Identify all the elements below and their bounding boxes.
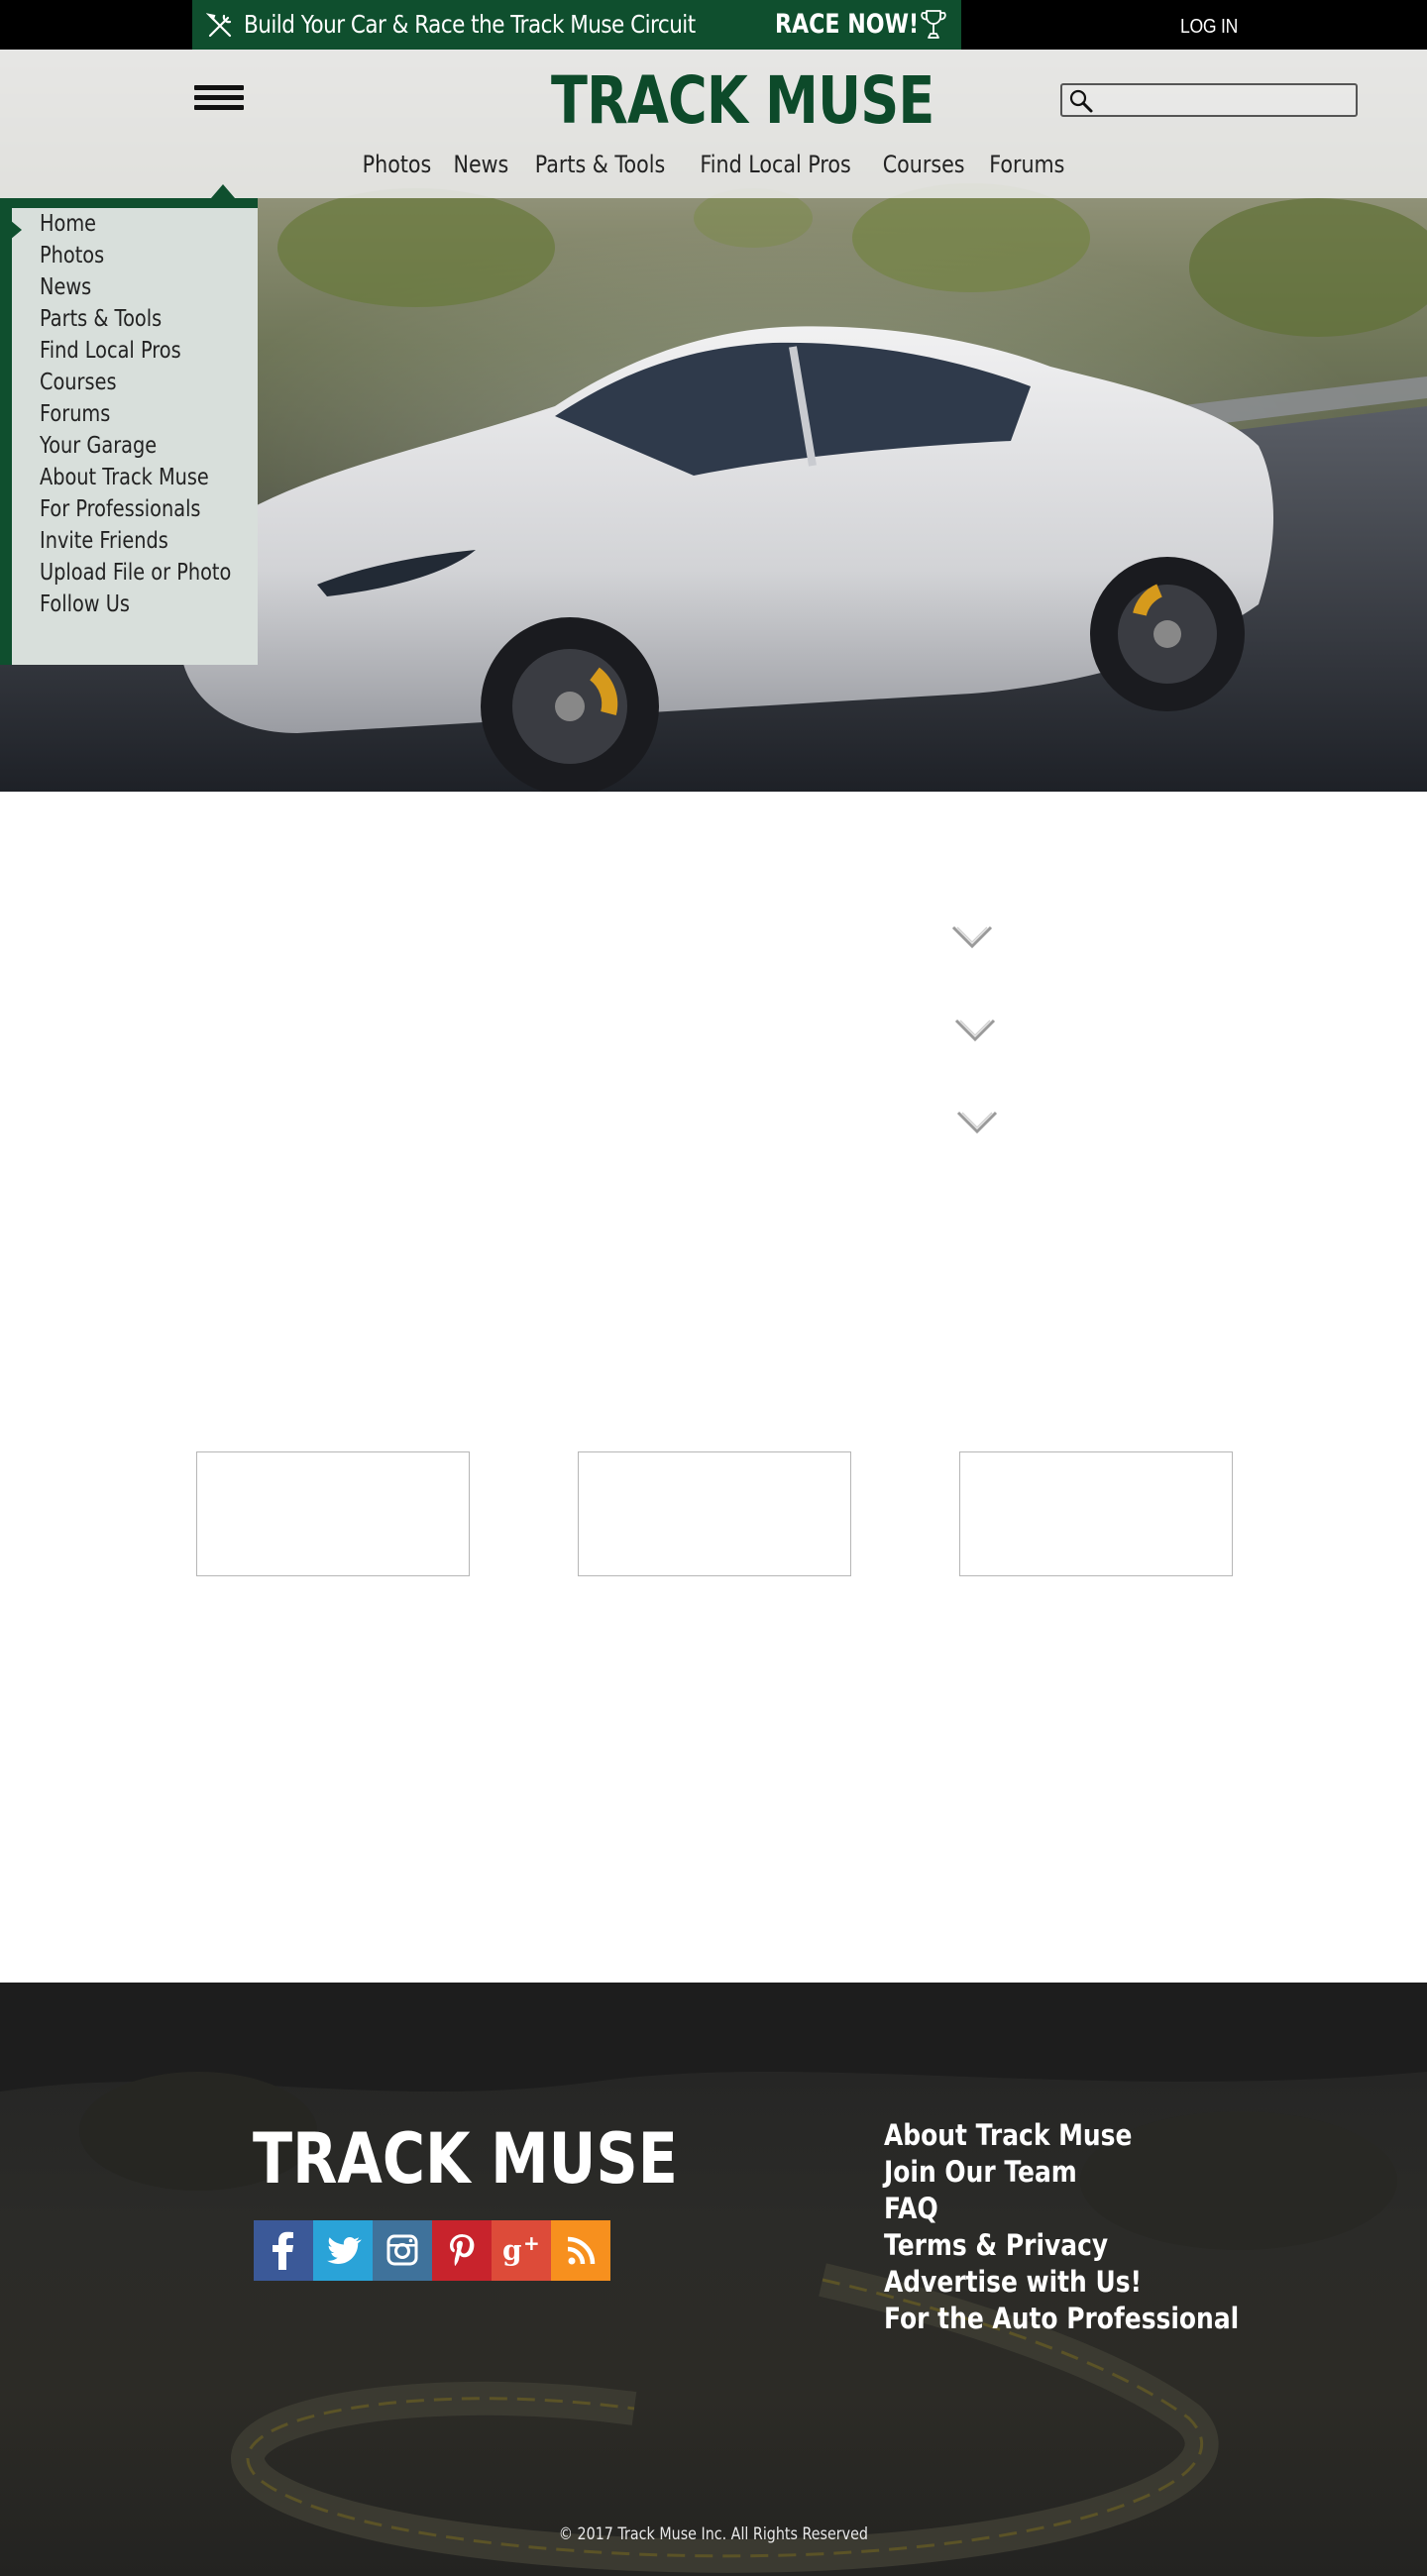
svg-text:+: + bbox=[523, 2231, 540, 2255]
chevron-down-icon[interactable] bbox=[956, 1110, 998, 1135]
footer-link-item: Advertise with Us! bbox=[884, 2264, 1297, 2301]
side-menu-item: About Track Muse bbox=[40, 462, 268, 493]
login-link[interactable]: LOG IN bbox=[1172, 0, 1246, 50]
side-menu-item: Forums bbox=[40, 398, 268, 430]
nav-find-local-pros[interactable]: Find Local Pros bbox=[690, 145, 861, 184]
side-menu-news[interactable]: News bbox=[40, 271, 91, 303]
side-menu-invite-friends[interactable]: Invite Friends bbox=[40, 525, 168, 557]
nav-courses[interactable]: Courses bbox=[872, 145, 974, 184]
side-menu-item: Find Local Pros bbox=[40, 335, 268, 367]
footer-link-item: About Track Muse bbox=[884, 2117, 1297, 2154]
footer-link-terms[interactable]: Terms & Privacy bbox=[884, 2227, 1108, 2264]
side-menu-photos[interactable]: Photos bbox=[40, 240, 104, 271]
pinterest-link[interactable] bbox=[432, 2220, 492, 2281]
footer-link-item: For the Auto Professional bbox=[884, 2301, 1297, 2337]
active-item-marker bbox=[10, 220, 22, 240]
nav-photos[interactable]: Photos bbox=[352, 145, 441, 184]
instagram-icon bbox=[373, 2220, 432, 2281]
promo-text: Build Your Car & Race the Track Muse Cir… bbox=[244, 10, 696, 39]
instagram-link[interactable] bbox=[373, 2220, 432, 2281]
content-card[interactable] bbox=[196, 1451, 470, 1576]
side-menu-home[interactable]: Home bbox=[40, 208, 96, 240]
race-promo-banner[interactable]: Build Your Car & Race the Track Muse Cir… bbox=[192, 0, 961, 50]
chevron-down-icon[interactable] bbox=[954, 1018, 996, 1043]
footer-link-auto-professional[interactable]: For the Auto Professional bbox=[884, 2301, 1239, 2337]
side-menu-upload[interactable]: Upload File or Photo bbox=[40, 557, 231, 589]
content-card[interactable] bbox=[578, 1451, 851, 1576]
side-menu-item: Upload File or Photo bbox=[40, 557, 268, 589]
footer-link-item: Join Our Team bbox=[884, 2154, 1297, 2191]
side-menu-item: For Professionals bbox=[40, 493, 268, 525]
footer-link-faq[interactable]: FAQ bbox=[884, 2191, 938, 2227]
side-menu-item: News bbox=[40, 271, 268, 303]
chevron-down-icon[interactable] bbox=[951, 924, 993, 950]
hamburger-icon[interactable] bbox=[194, 85, 248, 115]
side-menu: Home Photos News Parts & Tools Find Loca… bbox=[0, 198, 258, 665]
site-logo[interactable]: TRACK MUSE bbox=[551, 61, 934, 141]
google-plus-icon: g + bbox=[492, 2220, 551, 2281]
tools-icon bbox=[206, 13, 232, 38]
twitter-icon bbox=[313, 2220, 373, 2281]
rss-link[interactable] bbox=[551, 2220, 610, 2281]
side-menu-item: Photos bbox=[40, 240, 268, 271]
side-menu-forums[interactable]: Forums bbox=[40, 398, 110, 430]
footer-logo[interactable]: TRACK MUSE bbox=[253, 2119, 678, 2199]
hero-banner: TRACK MUSE Photos News Parts & Tools Fin… bbox=[0, 50, 1427, 792]
side-menu-follow-us[interactable]: Follow Us bbox=[40, 589, 130, 620]
content-card[interactable] bbox=[959, 1451, 1233, 1576]
social-links: g + bbox=[254, 2220, 610, 2281]
side-menu-list: Home Photos News Parts & Tools Find Loca… bbox=[40, 208, 268, 620]
facebook-link[interactable] bbox=[254, 2220, 313, 2281]
footer-links: About Track Muse Join Our Team FAQ Terms… bbox=[884, 2117, 1297, 2337]
footer-link-item: Terms & Privacy bbox=[884, 2227, 1297, 2264]
footer-link-advertise[interactable]: Advertise with Us! bbox=[884, 2264, 1142, 2301]
side-menu-courses[interactable]: Courses bbox=[40, 367, 117, 398]
copyright-text: © 2017 Track Muse Inc. All Rights Reserv… bbox=[558, 2524, 869, 2544]
twitter-link[interactable] bbox=[313, 2220, 373, 2281]
top-bar: Build Your Car & Race the Track Muse Cir… bbox=[0, 0, 1427, 50]
footer-link-item: FAQ bbox=[884, 2191, 1297, 2227]
side-menu-about[interactable]: About Track Muse bbox=[40, 462, 209, 493]
copyright: © 2017 Track Muse Inc. All Rights Reserv… bbox=[0, 2522, 1427, 2546]
race-now-button[interactable]: RACE NOW! bbox=[775, 0, 919, 50]
side-menu-find-local-pros[interactable]: Find Local Pros bbox=[40, 335, 181, 367]
side-menu-parts-tools[interactable]: Parts & Tools bbox=[40, 303, 162, 335]
site-footer: TRACK MUSE g + About Track Muse Join Our… bbox=[0, 1983, 1427, 2576]
nav-forums[interactable]: Forums bbox=[979, 145, 1075, 184]
google-plus-link[interactable]: g + bbox=[492, 2220, 551, 2281]
rss-icon bbox=[551, 2220, 610, 2281]
side-menu-your-garage[interactable]: Your Garage bbox=[40, 430, 157, 462]
side-menu-item: Home bbox=[40, 208, 268, 240]
search-input[interactable] bbox=[1096, 87, 1352, 113]
side-menu-item: Invite Friends bbox=[40, 525, 268, 557]
main-nav: Photos News Parts & Tools Find Local Pro… bbox=[0, 145, 1427, 184]
menu-pointer bbox=[211, 184, 235, 198]
side-menu-item: Follow Us bbox=[40, 589, 268, 620]
side-menu-for-professionals[interactable]: For Professionals bbox=[40, 493, 201, 525]
footer-link-join-team[interactable]: Join Our Team bbox=[884, 2154, 1077, 2191]
side-menu-item: Courses bbox=[40, 367, 268, 398]
pinterest-icon bbox=[432, 2220, 492, 2281]
search-icon[interactable] bbox=[1068, 88, 1094, 114]
side-menu-item: Parts & Tools bbox=[40, 303, 268, 335]
footer-link-about[interactable]: About Track Muse bbox=[884, 2117, 1132, 2154]
trophy-icon bbox=[921, 10, 946, 39]
search-field[interactable] bbox=[1060, 83, 1358, 117]
nav-news[interactable]: News bbox=[443, 145, 518, 184]
nav-parts-tools[interactable]: Parts & Tools bbox=[525, 145, 676, 184]
svg-text:g: g bbox=[502, 2234, 522, 2267]
side-menu-item: Your Garage bbox=[40, 430, 268, 462]
facebook-icon bbox=[254, 2220, 313, 2281]
site-header: TRACK MUSE Photos News Parts & Tools Fin… bbox=[0, 50, 1427, 198]
